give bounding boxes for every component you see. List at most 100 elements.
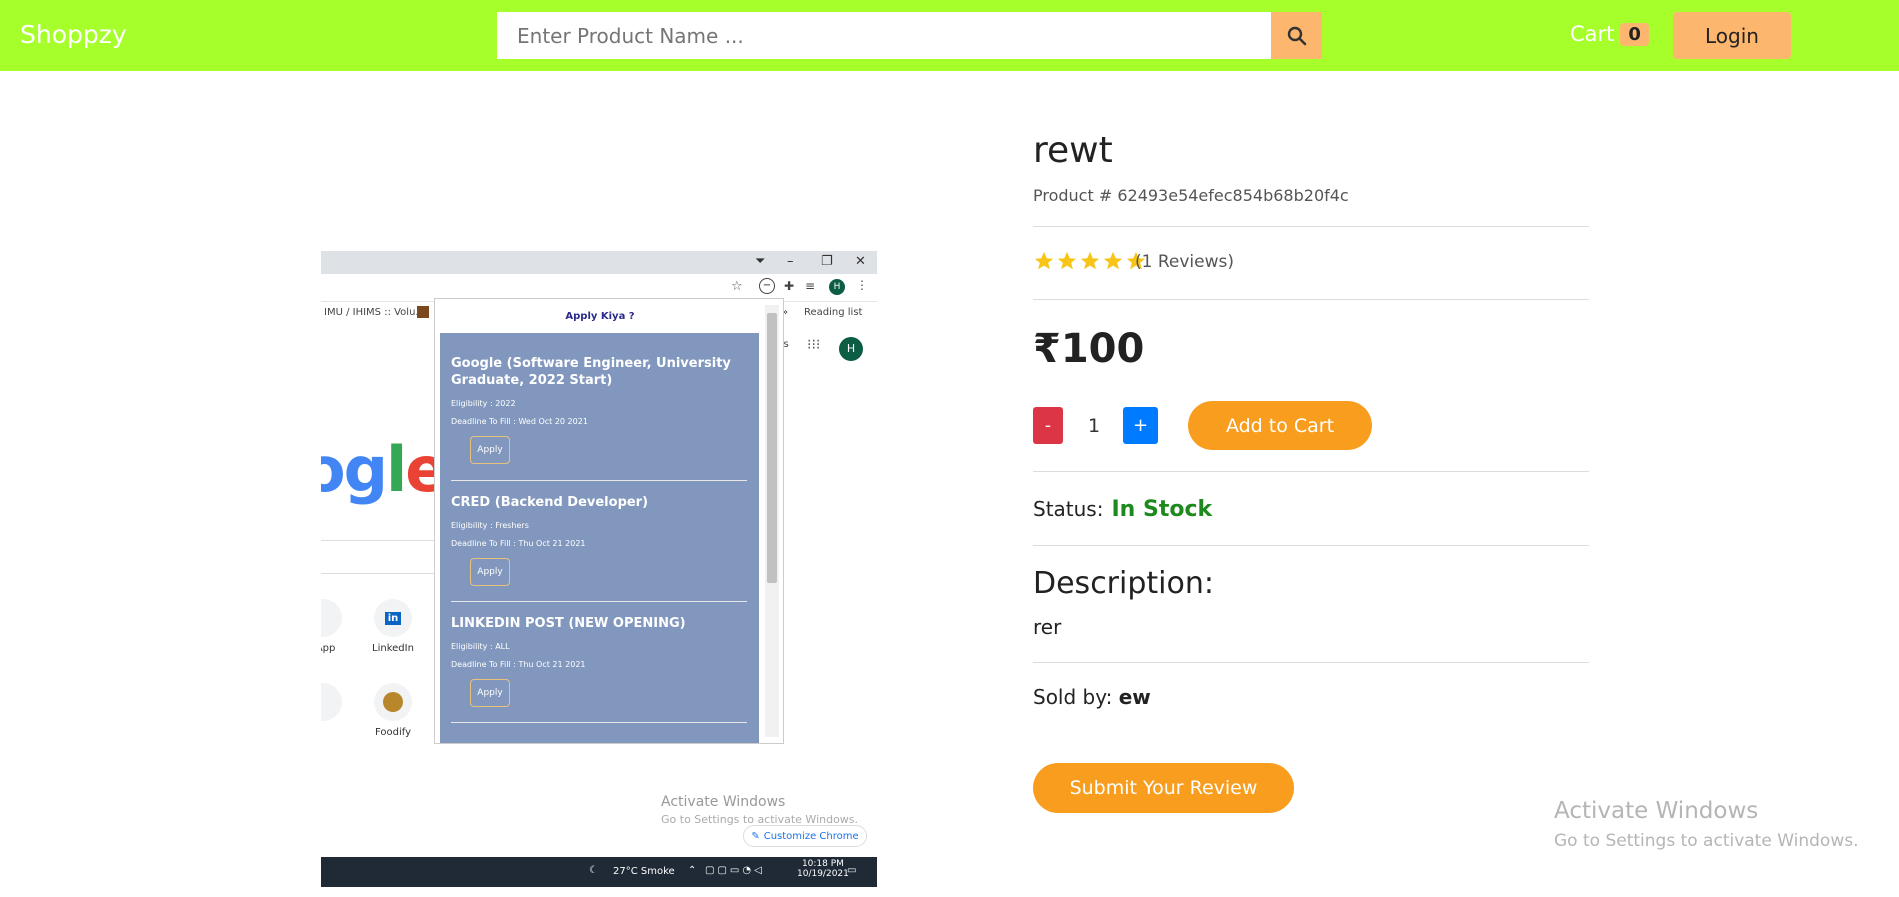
shortcut-app: sApp (321, 599, 353, 654)
activate-windows-watermark-sub: Go to Settings to activate Windows. (1554, 831, 1859, 851)
add-to-cart-button[interactable]: Add to Cart (1188, 401, 1372, 450)
search-bar (497, 12, 1322, 59)
browser-titlebar: ⏷ – ❐ ✕ (321, 251, 877, 274)
moon-icon: ☾ (589, 865, 598, 876)
search-icon (1287, 26, 1306, 45)
star-icon (1034, 251, 1054, 270)
notification-icon: ▭ (847, 865, 857, 876)
job-title: Google (Software Engineer, University Gr… (451, 356, 731, 388)
shortcut-app-label: sApp (321, 643, 336, 654)
login-button[interactable]: Login (1673, 12, 1791, 59)
job-eligibility: Eligibility : ALL (451, 642, 510, 651)
job-title: CRED (Backend Developer) (451, 495, 649, 510)
increase-quantity-button[interactable]: + (1123, 407, 1158, 444)
taskbar-weather: 27°C Smoke (613, 866, 675, 877)
searchbox-edge (321, 540, 441, 541)
jobs-panel: Google (Software Engineer, University Gr… (440, 333, 759, 743)
dropdown-icon: ⏷ (755, 254, 766, 269)
divider (1033, 545, 1589, 546)
job-deadline: Deadline To Fill : Thu Oct 21 2021 (451, 539, 586, 548)
maximize-icon: ❐ (821, 254, 833, 269)
minimize-icon: – (787, 254, 794, 269)
shortcut-foodify-label: Foodify (374, 727, 412, 738)
playlist-icon: ≡ (805, 279, 816, 293)
more-icon: ⋮ (856, 278, 868, 292)
cart-count-badge: 0 (1620, 22, 1649, 46)
tray-icons: ▢▢▭◔◁ (705, 865, 765, 876)
job-deadline: Deadline To Fill : Thu Oct 21 2021 (451, 660, 586, 669)
scrollbar-thumb (767, 313, 777, 583)
foodify-icon (374, 683, 412, 721)
decrease-quantity-button[interactable]: - (1033, 407, 1063, 444)
rating-stars (1033, 250, 1147, 272)
divider (451, 722, 747, 723)
stock-status: Status: In Stock (1033, 497, 1212, 522)
top-navbar: Shoppzy Cart 0 Login (0, 0, 1899, 71)
search-input[interactable] (497, 12, 1271, 59)
cart-link[interactable]: Cart 0 (1570, 22, 1649, 46)
divider (1033, 226, 1589, 227)
taskbar-date: 10/19/2021 (797, 869, 849, 879)
product-image: ⏷ – ❐ ✕ ☆ − ✚ ≡ H ⋮ IMU / IHIMS :: Volu.… (321, 251, 877, 887)
description-heading: Description: (1033, 566, 1214, 601)
profile-avatar: H (829, 279, 845, 295)
extension-icon: − (759, 278, 775, 294)
seller-info: Sold by: ew (1033, 685, 1151, 709)
bookmark-favicon (417, 306, 429, 318)
divider (1033, 662, 1589, 663)
divider (1033, 471, 1589, 472)
popup-title: Apply Kiya ? (565, 311, 635, 322)
apply-button: Apply (470, 679, 510, 707)
product-title: rewt (1033, 130, 1113, 171)
pencil-icon: ✎ (751, 830, 760, 842)
submit-review-button[interactable]: Submit Your Review (1033, 763, 1294, 813)
status-value: In Stock (1111, 497, 1213, 522)
shortcut-app-circle (321, 599, 342, 637)
status-label: Status: (1033, 497, 1104, 521)
shortcut-linkedin-label: LinkedIn (372, 643, 414, 654)
activate-windows-watermark: Activate Windows (1554, 798, 1759, 824)
job-card: LINKEDIN POST (NEW OPENING) Eligibility … (451, 615, 747, 707)
job-eligibility: Eligibility : 2022 (451, 399, 516, 408)
product-id: Product # 62493e54efec854b68b20f4c (1033, 186, 1349, 205)
close-icon: ✕ (855, 254, 866, 269)
divider (1033, 299, 1589, 300)
shortcut-other (321, 683, 353, 727)
shortcut-foodify: Foodify (363, 683, 423, 738)
apps-grid-icon: ⁝⁝⁝ (807, 337, 821, 353)
job-eligibility: Eligibility : Freshers (451, 521, 529, 530)
review-count[interactable]: (1 Reviews) (1135, 252, 1234, 272)
customize-chrome-label: Customize Chrome (763, 830, 859, 842)
job-title: LINKEDIN POST (NEW OPENING) (451, 616, 686, 631)
description-text: rer (1033, 615, 1062, 639)
sold-by-label: Sold by: (1033, 685, 1113, 709)
taskbar-clock: 10:18 PM 10/19/2021 (797, 859, 849, 879)
puzzle-icon: ✚ (784, 279, 795, 293)
divider (451, 601, 747, 602)
popup-scrollbar (765, 305, 779, 737)
apply-button: Apply (470, 436, 510, 464)
activate-windows-text: Activate Windows (661, 794, 786, 810)
shortcut-linkedin: in LinkedIn (363, 599, 423, 654)
bookmark-item: IMU / IHIMS :: Volu... (324, 307, 425, 318)
google-account-avatar: H (839, 337, 863, 361)
star-icon (1057, 251, 1077, 270)
product-price: ₹100 (1033, 326, 1145, 372)
customize-chrome-button: ✎ Customize Chrome (743, 825, 867, 847)
shortcut-other-circle (321, 683, 342, 721)
reading-list: Reading list (804, 307, 863, 318)
taskbar-time: 10:18 PM (801, 859, 844, 869)
star-icon (1080, 251, 1100, 270)
windows-taskbar: ☾ 27°C Smoke ⌃ ▢▢▭◔◁ 10:18 PM 10/19/2021… (321, 857, 877, 887)
divider (451, 480, 747, 481)
search-button[interactable] (1271, 12, 1322, 59)
job-card: Google (Software Engineer, University Gr… (451, 355, 747, 464)
seller-name: ew (1118, 685, 1151, 709)
quantity-input[interactable] (1070, 407, 1118, 444)
brand-logo[interactable]: Shoppzy (20, 20, 127, 49)
job-card: CRED (Backend Developer) Eligibility : F… (451, 494, 747, 586)
star-icon: ☆ (731, 279, 743, 294)
job-deadline: Deadline To Fill : Wed Oct 20 2021 (451, 417, 588, 426)
tray-chevron-icon: ⌃ (688, 865, 697, 876)
apply-button: Apply (470, 558, 510, 586)
